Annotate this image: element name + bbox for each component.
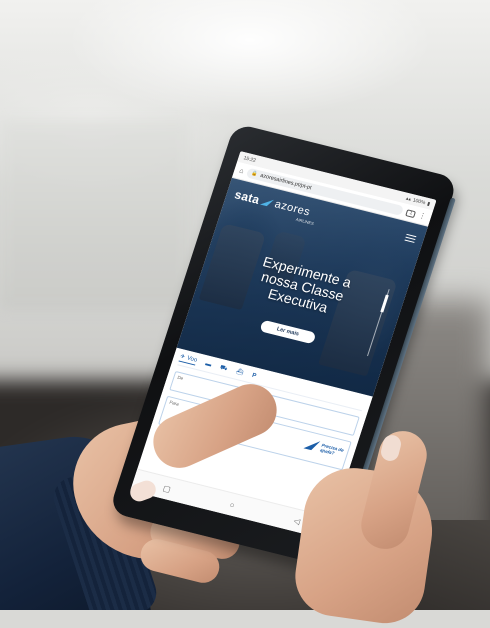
more-icon[interactable]: ⋮	[418, 212, 427, 220]
hamburger-icon[interactable]	[404, 233, 417, 243]
lock-icon: 🔒	[250, 170, 259, 178]
bird-logo-icon	[260, 199, 275, 206]
tabs-icon[interactable]: 1	[405, 208, 417, 218]
logo-subtitle: AIRLINES	[295, 216, 315, 226]
tab-flight[interactable]: ✈ Voo	[178, 352, 199, 366]
tab-parking[interactable]: P	[251, 372, 257, 379]
tab-car[interactable]: ⛟	[219, 363, 229, 372]
hero-title: Experimente a nossa Classe Executiva	[197, 241, 407, 333]
car-icon: ⛟	[219, 364, 229, 372]
tab-ship[interactable]: ⛴	[235, 368, 245, 377]
bird-icon	[303, 441, 321, 451]
from-label: De	[176, 374, 184, 381]
tab-label: Voo	[186, 355, 199, 364]
battery-level: 100%	[412, 196, 427, 206]
blurred-window	[0, 120, 190, 310]
recent-apps-icon[interactable]: ▢	[162, 483, 172, 493]
to-label: Para	[168, 399, 180, 407]
plane-icon: ✈	[179, 353, 186, 361]
help-promo[interactable]: Precisa de ajuda?	[303, 438, 345, 459]
home-icon[interactable]: ⌂	[238, 167, 244, 175]
parking-icon: P	[251, 372, 258, 379]
ship-icon: ⛴	[235, 368, 245, 377]
logo-azores: azores	[273, 198, 312, 219]
logo-sata: sata	[232, 187, 262, 207]
home-button-icon[interactable]: ○	[229, 500, 236, 510]
status-time: 15:22	[242, 154, 257, 164]
tab-hotel[interactable]: ▬	[205, 361, 213, 368]
back-icon[interactable]: ◁	[293, 516, 302, 526]
signal-icon: ▴▴	[405, 195, 412, 203]
battery-icon: ▮	[426, 200, 431, 207]
read-more-button[interactable]: Ler mais	[259, 319, 317, 345]
bed-icon: ▬	[204, 360, 213, 368]
